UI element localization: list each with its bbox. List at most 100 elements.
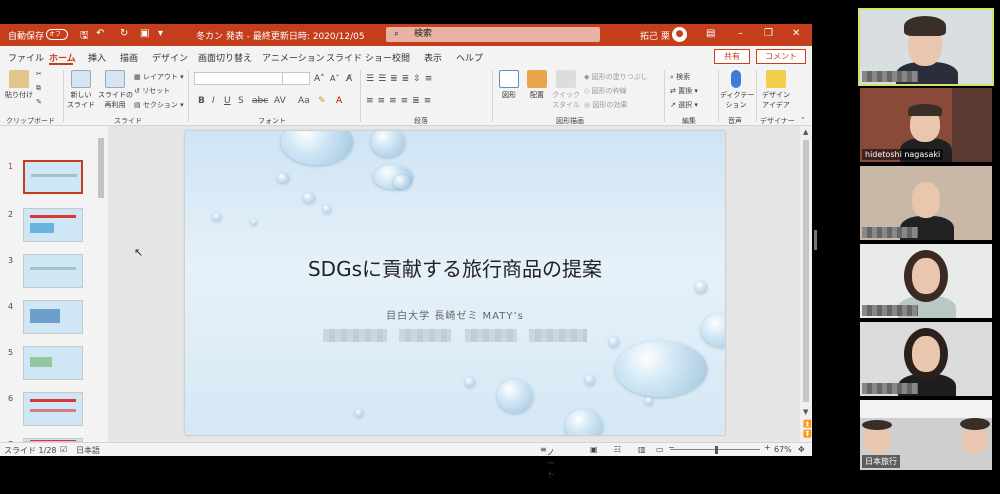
search-box[interactable]: ⌕ 検索 xyxy=(386,27,600,42)
reading-view-icon[interactable]: ▥ xyxy=(638,445,646,454)
participant-tile[interactable]: 日本旅行 xyxy=(860,400,992,470)
undo-icon[interactable]: ↶ xyxy=(96,28,104,39)
ribbon-display-icon[interactable]: ▤ xyxy=(706,28,715,39)
scroll-up-icon[interactable]: ▲ xyxy=(803,128,808,136)
collapse-ribbon-icon[interactable]: ⌃ xyxy=(800,116,806,124)
dictate-button[interactable]: ディクテー ション xyxy=(720,70,755,110)
slide-subtitle[interactable]: 目白大学 長崎ゼミ MATY’s xyxy=(185,307,725,322)
shape-effects-button[interactable]: ◎ 図形の効果 xyxy=(584,100,627,110)
restore-icon[interactable]: ❐ xyxy=(764,28,773,39)
zoom-slider-handle[interactable] xyxy=(715,446,718,454)
new-slide-button[interactable]: 新しい スライド xyxy=(66,70,96,110)
slide-thumbnail[interactable] xyxy=(23,208,83,242)
shape-outline-button[interactable]: ◇ 図形の枠線 xyxy=(584,86,627,96)
tab-transitions[interactable]: 画面切り替え xyxy=(198,51,252,64)
tab-design[interactable]: デザイン xyxy=(152,51,188,64)
slide-sorter-icon[interactable]: ☷ xyxy=(614,445,621,454)
italic-icon[interactable]: I xyxy=(212,96,215,106)
layout-button[interactable]: ▦ レイアウト ▾ xyxy=(134,72,184,82)
slide-thumbnail[interactable] xyxy=(23,254,83,288)
comment-button[interactable]: コメント xyxy=(756,49,806,64)
shape-fill-button[interactable]: ◆ 図形の塗りつぶし xyxy=(584,72,648,82)
quick-style-button[interactable]: クイック スタイル xyxy=(552,70,580,110)
start-from-beginning-icon[interactable]: ▣ xyxy=(140,28,149,39)
align-buttons[interactable]: ≡≡≡≡≣≡ xyxy=(366,96,435,106)
zoom-level[interactable]: 67% xyxy=(774,445,792,454)
previous-slide-icon[interactable]: ⏫ xyxy=(803,420,812,428)
section-button[interactable]: ▤ セクション ▾ xyxy=(134,100,184,110)
char-spacing-icon[interactable]: AV xyxy=(274,96,286,106)
redo-icon[interactable]: ↻ xyxy=(120,28,128,39)
close-icon[interactable]: ✕ xyxy=(792,28,800,39)
list-buttons[interactable]: ☰☰≣≣⇳≡ xyxy=(366,74,436,84)
editor-scrollbar[interactable]: ▲ ▼ ⏫ ⏬ xyxy=(800,126,812,442)
language[interactable]: 日本語 xyxy=(76,445,100,456)
next-slide-icon[interactable]: ⏬ xyxy=(803,430,812,438)
slide-thumbnail[interactable] xyxy=(23,392,83,426)
slide-thumbnail[interactable] xyxy=(23,160,83,194)
highlight-icon[interactable]: ✎ xyxy=(318,96,326,106)
thumb-number: 6 xyxy=(8,394,14,403)
font-size-field[interactable] xyxy=(282,72,310,85)
tab-slideshow[interactable]: スライド ショー xyxy=(326,51,392,64)
decrease-font-icon[interactable]: A˅ xyxy=(330,74,339,83)
tab-view[interactable]: 表示 xyxy=(424,51,442,64)
increase-font-icon[interactable]: A˄ xyxy=(314,74,325,84)
zoom-out-icon[interactable]: − xyxy=(668,443,675,452)
slide-thumbnail[interactable] xyxy=(23,300,83,334)
scroll-down-icon[interactable]: ▼ xyxy=(803,408,808,416)
slide-thumbnail[interactable] xyxy=(23,346,83,380)
font-color-icon[interactable]: A xyxy=(336,96,342,106)
arrange-button[interactable]: 配置 xyxy=(524,70,550,100)
accessibility-icon[interactable]: ☑ xyxy=(60,445,67,454)
customize-qat-icon[interactable]: ▾ xyxy=(158,28,163,39)
strikethrough-icon[interactable]: abc xyxy=(252,96,268,106)
participant-tile[interactable] xyxy=(858,8,994,86)
reset-button[interactable]: ↺ リセット xyxy=(134,86,170,96)
shadow-icon[interactable]: S xyxy=(238,96,244,106)
user-name[interactable]: 拓己 栗 xyxy=(640,29,670,42)
participant-tile[interactable] xyxy=(860,322,992,396)
participant-tile[interactable] xyxy=(860,166,992,240)
underline-icon[interactable]: U xyxy=(224,96,231,106)
document-title[interactable]: 冬カン 発表 - 最終更新日時: 2020/12/05 xyxy=(196,29,365,42)
shapes-button[interactable]: 図形 xyxy=(496,70,522,100)
paste-button[interactable]: 貼り付け xyxy=(4,70,34,100)
find-button[interactable]: ⌕ 検索 xyxy=(670,72,690,82)
current-slide[interactable]: SDGsに貢献する旅行商品の提案 目白大学 長崎ゼミ MATY’s xyxy=(185,131,725,435)
thumb-number: 5 xyxy=(8,348,14,357)
replace-button[interactable]: ⇄ 置換 ▾ xyxy=(670,86,698,96)
reuse-slide-button[interactable]: スライドの 再利用 xyxy=(98,70,133,110)
tab-draw[interactable]: 描画 xyxy=(120,51,138,64)
select-button[interactable]: ↗ 選択 ▾ xyxy=(670,100,698,110)
avatar[interactable]: ● xyxy=(672,27,687,42)
zoom-in-icon[interactable]: + xyxy=(764,443,771,452)
clear-format-icon[interactable]: A̸ xyxy=(346,74,352,84)
notes-button[interactable]: ≡ ノート xyxy=(540,445,555,479)
format-painter-icon[interactable]: ✎ xyxy=(36,98,42,106)
change-case-icon[interactable]: Aa xyxy=(298,96,310,106)
copy-icon[interactable]: ⧉ xyxy=(36,84,41,93)
save-icon[interactable]: 🖫 xyxy=(80,28,89,45)
tab-review[interactable]: 校閲 xyxy=(392,51,410,64)
tab-insert[interactable]: 挿入 xyxy=(88,51,106,64)
tab-help[interactable]: ヘルプ xyxy=(456,51,483,64)
minimize-icon[interactable]: – xyxy=(738,28,743,39)
slideshow-icon[interactable]: ▭ xyxy=(656,445,664,454)
group-label-clipboard: クリップボード xyxy=(6,117,55,125)
thumbnail-scrollbar[interactable] xyxy=(97,128,105,440)
slide-editor: ↖ SDGsに貢献する旅行商品の提案 目白大学 長崎ゼミ MATY’s ▲ ▼ … xyxy=(108,126,812,442)
bold-icon[interactable]: B xyxy=(198,96,205,106)
slide-title[interactable]: SDGsに貢献する旅行商品の提案 xyxy=(185,253,725,282)
panel-divider[interactable] xyxy=(814,230,817,250)
cut-icon[interactable]: ✂ xyxy=(36,70,42,78)
fit-to-window-icon[interactable]: ✥ xyxy=(798,445,805,454)
participant-tile[interactable] xyxy=(860,244,992,318)
tab-file[interactable]: ファイル xyxy=(8,51,44,64)
autosave-toggle[interactable]: オフ xyxy=(46,29,68,40)
participant-tile[interactable]: hidetoshi nagasaki xyxy=(860,88,992,162)
tab-animations[interactable]: アニメーション xyxy=(262,51,325,64)
share-button[interactable]: 共有 xyxy=(714,49,750,64)
normal-view-icon[interactable]: ▣ xyxy=(590,445,598,454)
design-ideas-button[interactable]: デザイン アイデア xyxy=(760,70,792,110)
